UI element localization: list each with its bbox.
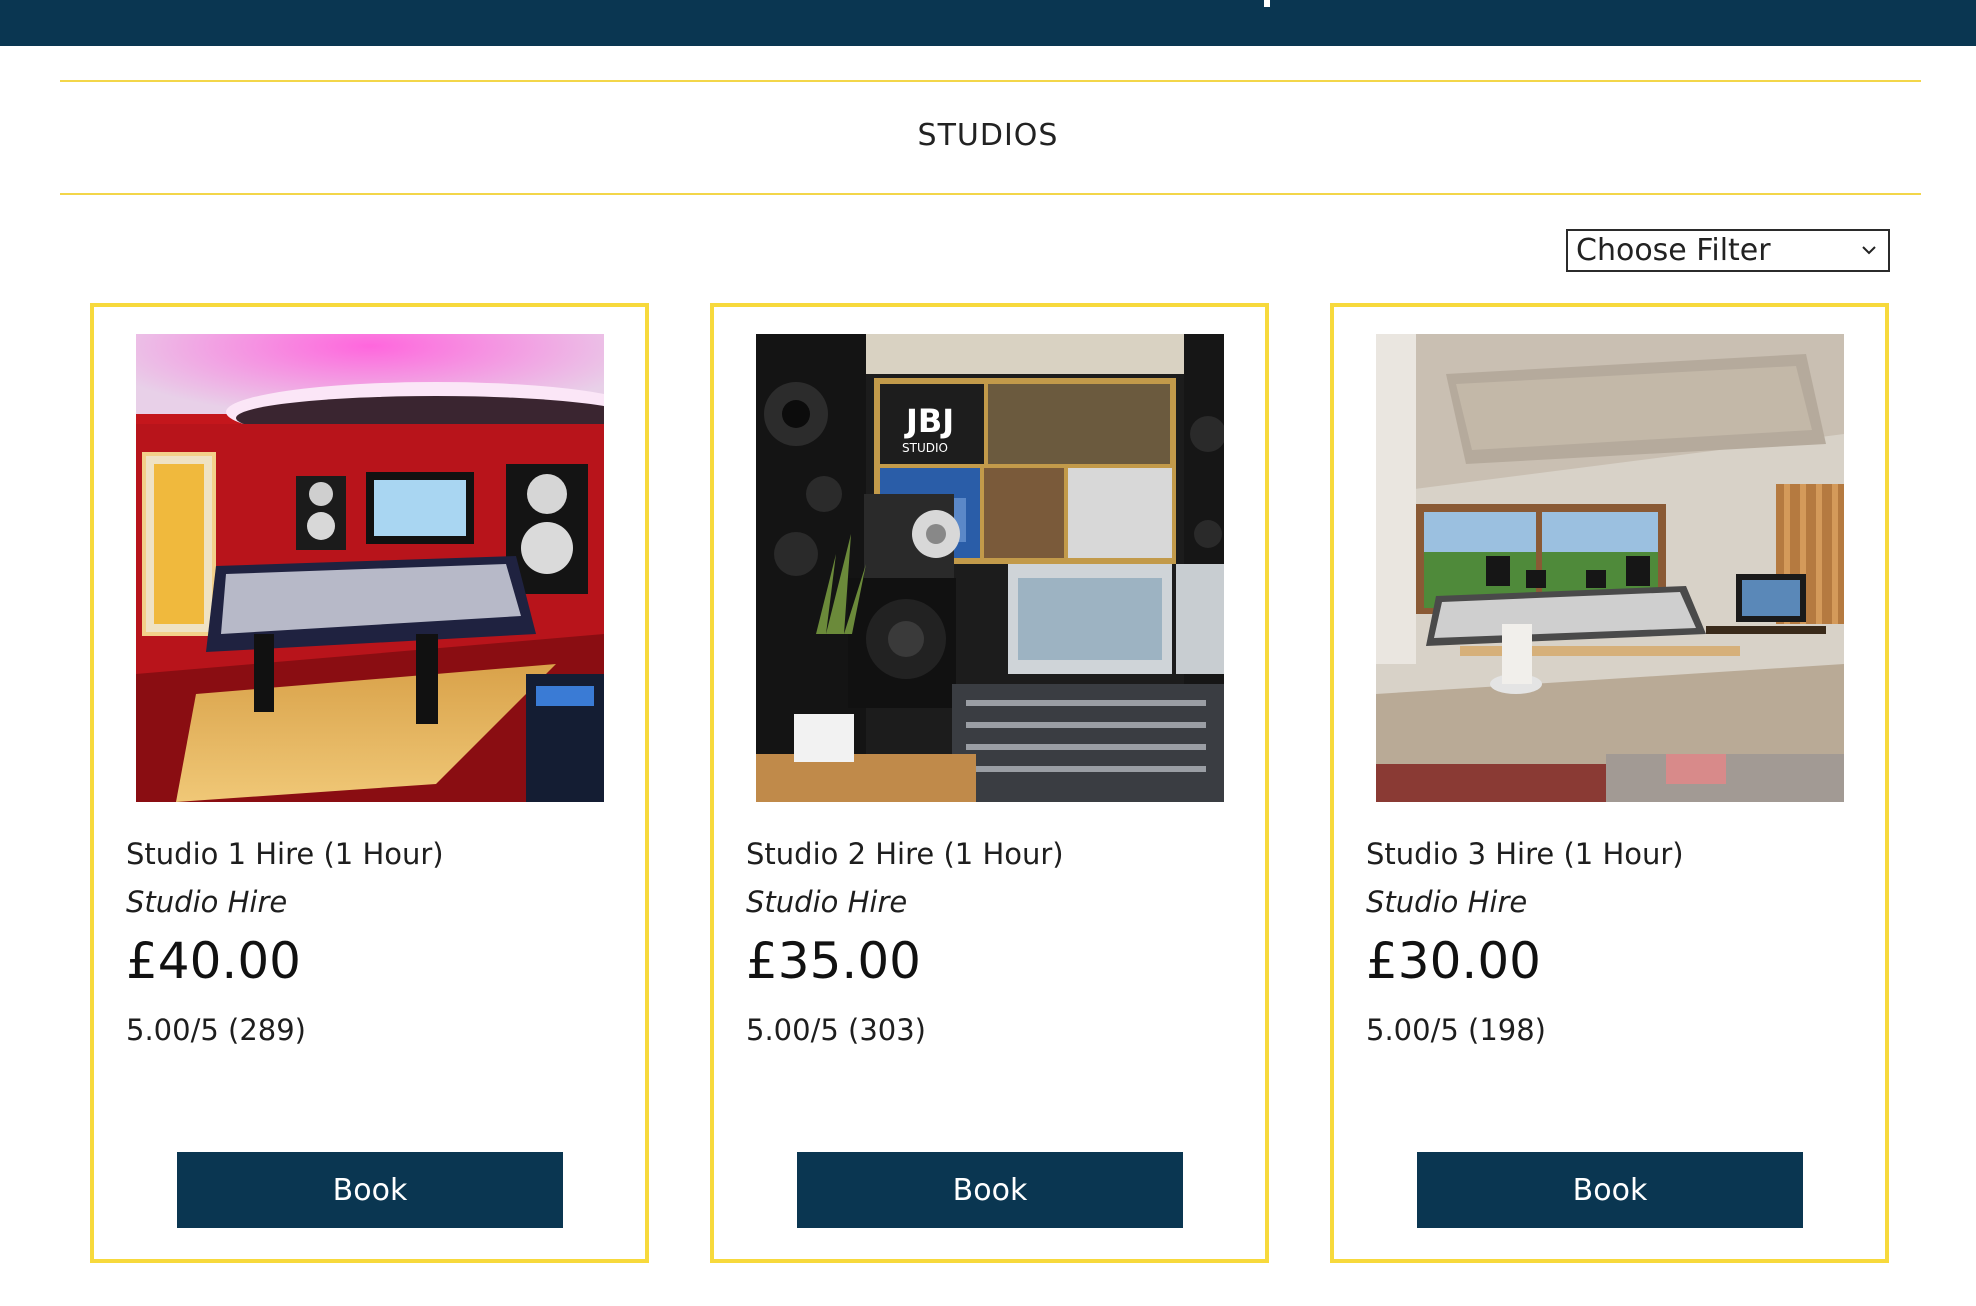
jbj-logo-text: JBJ (904, 402, 954, 440)
product-rating: 5.00/5 (303) (746, 1013, 926, 1047)
product-name[interactable]: Studio 2 Hire (1 Hour) (746, 837, 1064, 871)
studio-2-photo: JBJ STUDIO (756, 334, 1224, 802)
product-image-studio-3[interactable] (1376, 334, 1844, 802)
header-mark (1264, 0, 1270, 7)
section-title: STUDIOS (917, 118, 1059, 153)
filter-select[interactable]: Choose Filter (1566, 229, 1890, 272)
jbj-logo-subtext: STUDIO (902, 441, 948, 455)
book-button[interactable]: Book (177, 1152, 563, 1228)
chevron-down-icon (1862, 246, 1876, 255)
studio-1-photo (136, 334, 604, 802)
product-rating: 5.00/5 (198) (1366, 1013, 1546, 1047)
product-price: £35.00 (746, 932, 921, 990)
filter-selected-value: Choose Filter (1576, 233, 1771, 268)
product-card-studio-2: JBJ STUDIO Studio 2 Hire (1 Hour) Studio… (710, 303, 1269, 1263)
section-divider-top (60, 80, 1921, 82)
product-category: Studio Hire (746, 885, 908, 919)
studio-3-photo (1376, 334, 1844, 802)
product-category: Studio Hire (126, 885, 288, 919)
product-image-studio-1[interactable] (136, 334, 604, 802)
site-header-bar (0, 0, 1976, 46)
book-button[interactable]: Book (1417, 1152, 1803, 1228)
product-category: Studio Hire (1366, 885, 1528, 919)
product-price: £30.00 (1366, 932, 1541, 990)
book-button[interactable]: Book (797, 1152, 1183, 1228)
product-price: £40.00 (126, 932, 301, 990)
section-divider-bottom (60, 193, 1921, 195)
product-card-studio-3: Studio 3 Hire (1 Hour) Studio Hire £30.0… (1330, 303, 1889, 1263)
product-name[interactable]: Studio 3 Hire (1 Hour) (1366, 837, 1684, 871)
product-card-studio-1: Studio 1 Hire (1 Hour) Studio Hire £40.0… (90, 303, 649, 1263)
product-name[interactable]: Studio 1 Hire (1 Hour) (126, 837, 444, 871)
product-image-studio-2[interactable]: JBJ STUDIO (756, 334, 1224, 802)
product-rating: 5.00/5 (289) (126, 1013, 306, 1047)
